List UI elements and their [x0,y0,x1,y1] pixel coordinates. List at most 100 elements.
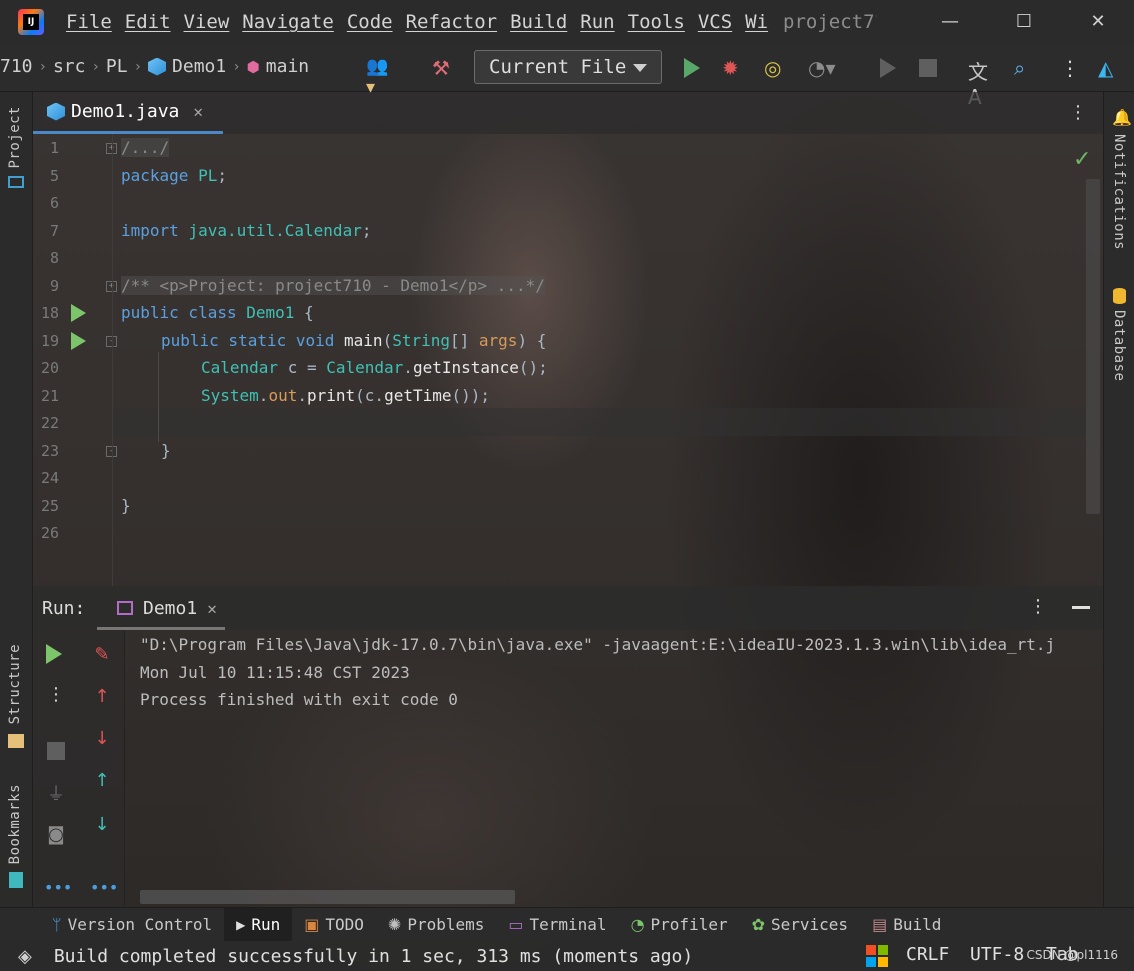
tool-tab-label: Problems [407,915,485,934]
line-number: 20 [40,359,59,377]
arrow-up-red-icon[interactable]: ↑ [90,686,114,707]
debug-button[interactable]: ✹ [722,56,746,80]
menu-view[interactable]: View [184,11,230,33]
menu-run[interactable]: Run [580,11,614,33]
camera-icon[interactable]: ◙ [44,824,68,845]
stop-process-icon[interactable] [47,742,65,760]
menu-tools[interactable]: Tools [628,11,685,33]
run-class-gutter-icon[interactable] [71,304,86,322]
status-message[interactable]: Build completed successfully in 1 sec, 3… [54,946,693,967]
project-panel-toggle[interactable]: Project [7,106,23,169]
chevron-down-icon [633,64,647,72]
arrow-up-icon[interactable]: ↑ [90,770,114,791]
breadcrumb-method[interactable]: main [266,56,309,77]
menu-navigate[interactable]: Navigate [242,11,334,33]
close-window-button[interactable]: ✕ [1084,8,1112,36]
run-panel-header: Run: Demo1 ✕ ⋮ [33,586,1103,630]
rerun-icon[interactable] [46,644,62,664]
arrow-down-icon[interactable]: ↓ [90,814,114,835]
run-with-coverage-button[interactable]: ◎ [764,56,788,80]
tool-tab-label: Services [771,915,849,934]
hide-panel-icon[interactable] [1072,606,1090,609]
tool-tab-todo[interactable]: ▣ TODO [292,908,376,942]
bookmarks-panel-toggle[interactable]: Bookmarks [7,784,23,864]
resume-button[interactable] [876,56,900,80]
line-number: 5 [49,167,59,185]
run-panel-toolbar: ⋮ ⏚ ◙ ••• [33,630,79,907]
code-line-5: package PL; [121,166,227,185]
console-line-command: "D:\Program Files\Java\jdk-17.0.7\bin\ja… [140,635,1056,654]
more-vertical-icon[interactable]: ⋮ [1060,56,1084,80]
bookmarks-panel-label: Bookmarks [7,784,23,865]
chevron-right-icon: › [38,58,47,75]
tool-tab-version-control[interactable]: ᛘ Version Control [40,908,224,942]
tool-tab-profiler[interactable]: ◔ Profiler [619,908,740,942]
profiler-button[interactable]: ◔▾ [808,56,836,80]
menu-build[interactable]: Build [510,11,567,33]
arrow-down-red-icon[interactable]: ↓ [90,728,114,749]
search-icon[interactable]: ⌕ [1014,56,1038,80]
close-tab-icon[interactable]: ✕ [193,102,203,121]
no-problems-check-icon[interactable]: ✓ [1073,147,1091,172]
console-line-exit: Process finished with exit code 0 [140,690,458,709]
stop-icon [919,59,937,77]
run-main-gutter-icon[interactable] [71,332,86,350]
menu-refactor[interactable]: Refactor [406,11,498,33]
tool-tab-problems[interactable]: ✺ Problems [376,908,496,942]
maximize-button[interactable]: ☐ [1010,8,1038,36]
plug-icon[interactable]: ⏚ [44,780,68,806]
menu-window[interactable]: Wi [745,11,768,33]
more-options-icon[interactable]: ⋮ [44,684,68,705]
line-number: 26 [40,524,59,542]
notifications-panel-label: Notifications [1111,134,1127,251]
menu-code[interactable]: Code [347,11,393,33]
minimize-button[interactable]: — [936,8,964,36]
toolbox-icon[interactable]: ◭ [1098,56,1122,80]
more-horizontal-icon[interactable]: ••• [44,878,72,897]
clear-console-icon[interactable]: ✎ [90,644,114,665]
tab-options-more-icon[interactable]: ⋮ [1069,102,1087,123]
menu-vcs[interactable]: VCS [698,11,732,33]
structure-panel-toggle[interactable]: Structure [7,644,23,724]
build-icon: ▤ [872,915,888,934]
tool-tab-build[interactable]: ▤ Build [860,908,953,942]
console-horizontal-scrollbar[interactable] [140,890,515,904]
run-console-output[interactable]: "D:\Program Files\Java\jdk-17.0.7\bin\ja… [125,630,1103,907]
breadcrumb-src[interactable]: src [53,56,86,77]
tool-tab-label: Terminal [529,915,607,934]
menu-edit[interactable]: Edit [125,11,171,33]
encoding-widget[interactable]: UTF-8 [970,944,1024,965]
build-hammer-icon[interactable]: ⚒ [432,56,456,80]
run-configuration-label: Current File [489,56,627,78]
editor-vertical-scrollbar[interactable] [1086,179,1100,514]
breadcrumb-package[interactable]: PL [106,56,128,77]
breadcrumb-project[interactable]: 710 [0,56,33,77]
code-line-20: Calendar c = Calendar.getInstance(); [201,358,548,377]
close-run-tab-icon[interactable]: ✕ [207,599,217,618]
stop-button[interactable] [916,56,940,80]
code-line-9: /** <p>Project: project710 - Demo1</p> .… [121,276,545,295]
code-with-me-icon[interactable]: 👥▾ [366,56,390,98]
layers-icon[interactable]: ◈ [18,946,32,967]
more-horizontal-icon[interactable]: ••• [90,878,118,897]
run-panel-more-icon[interactable]: ⋮ [1029,596,1047,617]
editor-tab-demo1[interactable]: Demo1.java ✕ [33,92,223,134]
run-tab-demo1[interactable]: Demo1 ✕ [97,586,221,630]
notifications-panel-toggle[interactable]: Notifications [1111,134,1127,250]
tool-tab-services[interactable]: ✿ Services [740,908,860,942]
run-configuration-select[interactable]: Current File [474,50,662,84]
tool-tab-terminal[interactable]: ▭ Terminal [496,908,618,942]
menu-file[interactable]: File [66,11,112,33]
line-separator-widget[interactable]: CRLF [906,944,949,965]
database-panel-toggle[interactable]: Database [1111,310,1127,381]
code-editor[interactable]: 1 5 6 7 8 9 18 19 20 21 22 23 24 25 26 +… [33,134,1103,586]
intellij-logo-icon[interactable] [18,9,44,35]
translate-icon[interactable]: 文A [968,56,992,109]
editor-tab-bar: Demo1.java ✕ ⋮ [33,92,1103,134]
tool-tab-run[interactable]: ▶ Run [224,907,293,942]
breadcrumb-class[interactable]: Demo1 [172,56,226,77]
run-button[interactable] [680,56,704,80]
problems-icon: ✺ [387,915,402,934]
tool-tab-label: TODO [325,915,364,934]
watermark-text: CSDN @pl1116 [1026,948,1118,962]
